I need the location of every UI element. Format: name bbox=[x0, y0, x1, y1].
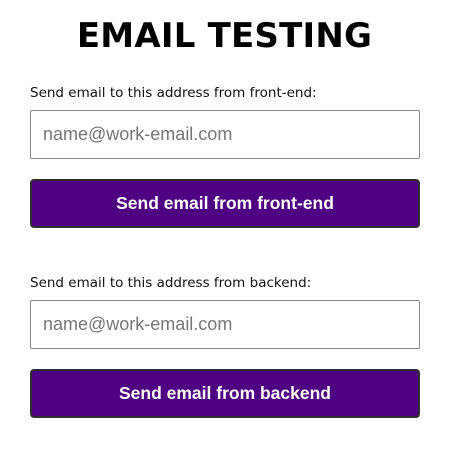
frontend-email-label: Send email to this address from front-en… bbox=[30, 85, 317, 101]
page-title: EMAIL TESTING bbox=[76, 16, 373, 56]
frontend-email-input[interactable] bbox=[30, 110, 420, 159]
email-testing-page: EMAIL TESTING Send email to this address… bbox=[0, 0, 459, 454]
backend-email-label: Send email to this address from backend: bbox=[30, 275, 312, 291]
send-backend-email-button[interactable]: Send email from backend bbox=[30, 369, 420, 418]
send-frontend-email-button[interactable]: Send email from front-end bbox=[30, 179, 420, 228]
backend-email-input[interactable] bbox=[30, 300, 420, 349]
